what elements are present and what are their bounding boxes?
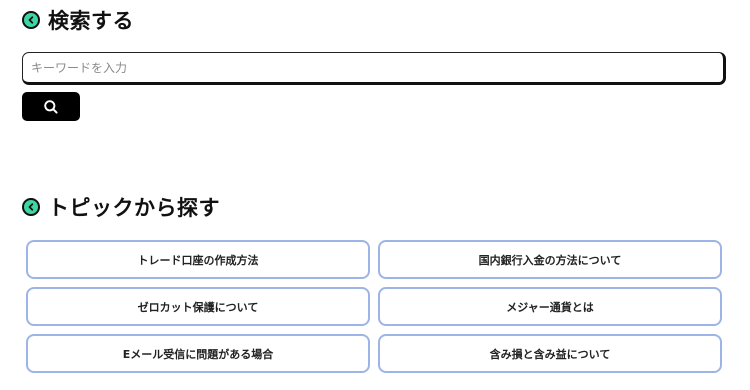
topic-section-heading: トピックから探す — [22, 192, 220, 222]
topic-button-zero-cut-protection[interactable]: ゼロカット保護について — [26, 287, 370, 326]
topic-section-title: トピックから探す — [48, 196, 220, 220]
topic-button-email-issues[interactable]: Eメール受信に問題がある場合 — [26, 334, 370, 373]
topic-button-account-opening[interactable]: トレード口座の作成方法 — [26, 240, 370, 279]
topic-button-major-currencies[interactable]: メジャー通貨とは — [378, 287, 722, 326]
topic-button-domestic-bank-deposit[interactable]: 国内銀行入金の方法について — [378, 240, 722, 279]
search-section-heading: 検索する — [22, 6, 134, 34]
chevron-left-circle-icon — [22, 198, 40, 216]
topic-grid: トレード口座の作成方法 国内銀行入金の方法について ゼロカット保護について メジ… — [26, 240, 722, 373]
chevron-left-circle-icon — [22, 11, 40, 29]
search-icon — [43, 99, 59, 115]
search-button[interactable] — [22, 92, 80, 121]
search-section-title: 検索する — [48, 9, 134, 33]
search-input[interactable] — [22, 52, 726, 85]
topic-button-unrealized-pnl[interactable]: 含み損と含み益について — [378, 334, 722, 373]
